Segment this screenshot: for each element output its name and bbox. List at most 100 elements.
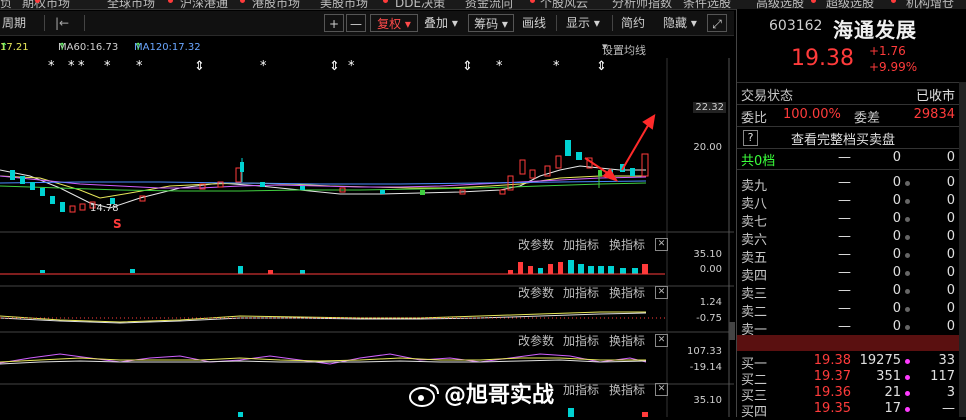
panel-axis-label: 35.10 [693, 249, 722, 260]
sell-level-row[interactable]: 卖三 — 0 0 [741, 283, 961, 302]
prev-page-button[interactable]: |← [51, 14, 73, 32]
period-button[interactable]: 周期 [0, 14, 30, 32]
nav-item[interactable]: 期权市场 [22, 0, 70, 9]
level-price: 19.37 [813, 369, 851, 384]
level-price: — [838, 283, 851, 298]
nav-item[interactable]: 负 [0, 0, 12, 9]
low-price-label: 14.78 [90, 203, 119, 214]
expand-icon[interactable]: ⤢ [707, 14, 727, 32]
chevron-down-icon: ▾ [451, 16, 458, 30]
display-dropdown[interactable]: 显示 ▾ [562, 14, 604, 32]
level-label: 卖六 [741, 233, 768, 248]
notify-dot [240, 0, 245, 3]
nav-item[interactable]: 港股市场 [252, 0, 300, 9]
divider [737, 82, 959, 83]
close-icon[interactable]: ✕ [655, 383, 668, 396]
chip-button[interactable]: 筹码 ▾ [468, 14, 514, 32]
divider [737, 104, 959, 105]
nav-item[interactable]: 机构增仓 [906, 0, 954, 9]
level-volume: 0 [892, 247, 901, 262]
simple-mode-button[interactable]: 简约 [617, 14, 649, 32]
switch-indicator-button[interactable]: 换指标 [609, 381, 645, 398]
close-icon[interactable]: ✕ [655, 238, 668, 251]
level-label: 买四 [741, 405, 768, 420]
notify-dot [383, 0, 388, 3]
nav-item[interactable]: 沪深港通 [180, 0, 228, 9]
level-volume: 351 [876, 369, 901, 384]
close-icon[interactable]: ✕ [655, 334, 668, 347]
divider [737, 126, 959, 127]
edit-params-button[interactable]: 改参数 [518, 284, 554, 301]
market-nav-bar: 负 期权市场 全球市场 沪深港通 港股市场 美股市场 DDE决策 资金流向 个股… [0, 0, 736, 10]
full-book-row[interactable]: ? 查看完整档买卖盘 [737, 129, 961, 148]
order-dot [905, 307, 910, 312]
fuquan-dropdown[interactable]: 复权 ▾ [370, 14, 418, 32]
notify-dot [891, 0, 896, 3]
svg-text:*: * [260, 59, 267, 74]
notify-dot [530, 0, 535, 3]
add-indicator-button[interactable]: 加指标 [563, 284, 599, 301]
level-label: 卖四 [741, 269, 768, 284]
close-icon[interactable]: ✕ [655, 286, 668, 299]
quote-scrollbar[interactable] [959, 82, 966, 417]
level-label: 卖二 [741, 305, 768, 320]
weibi-value: 100.00% [783, 107, 841, 122]
level-label: 卖八 [741, 197, 768, 212]
separator [556, 15, 557, 31]
volume-bars [0, 260, 665, 275]
ma-settings-button[interactable]: 设置均线 ▾ [602, 40, 646, 57]
level-count: 0 [946, 319, 955, 334]
panel-axis-label: -19.14 [689, 362, 722, 373]
kline-chart-area[interactable]: * * * * * ⇕ * ⇕ * ⇕ * * ⇕ 14.78 S 22.32 … [0, 58, 734, 417]
hide-dropdown[interactable]: 隐藏 ▾ [659, 14, 701, 32]
level-label: 卖五 [741, 251, 768, 266]
edit-params-button[interactable]: 改参数 [518, 332, 554, 349]
price-axis-label: 20.00 [693, 142, 722, 153]
buy-level-row[interactable]: 买四 19.35 17 — [741, 401, 961, 420]
level-volume: 0 [892, 175, 901, 190]
nav-item[interactable]: 高级选股 [756, 0, 804, 9]
weibi-label: 委比 [741, 111, 768, 126]
sell-level-row[interactable]: 卖八 — 0 0 [741, 193, 961, 212]
nav-item[interactable]: DDE决策 [395, 0, 445, 9]
nav-item[interactable]: 超级选股 [826, 0, 874, 9]
sell-level-row[interactable]: 卖九 — 0 0 [741, 175, 961, 194]
add-indicator-button[interactable]: 加指标 [563, 332, 599, 349]
switch-indicator-button[interactable]: 换指标 [609, 284, 645, 301]
zoom-in-button[interactable]: + [324, 14, 344, 32]
total-cnt: 0 [946, 150, 955, 165]
level-price: — [838, 193, 851, 208]
level-price: 19.35 [813, 401, 851, 416]
order-dot [905, 325, 910, 330]
order-dot [905, 375, 910, 380]
sell-level-row[interactable]: 卖五 — 0 0 [741, 247, 961, 266]
draw-line-button[interactable]: 画线 [518, 14, 550, 32]
collapse-handle[interactable] [729, 322, 735, 340]
nav-item[interactable]: 资金流向 [465, 0, 513, 9]
sell-level-row[interactable]: 卖二 — 0 0 [741, 301, 961, 320]
nav-item[interactable]: 条件选股 [683, 0, 731, 9]
switch-indicator-button[interactable]: 换指标 [609, 236, 645, 253]
help-icon[interactable]: ? [743, 130, 758, 146]
nav-item[interactable]: 美股市场 [320, 0, 368, 9]
sell-level-row[interactable]: 卖七 — 0 0 [741, 211, 961, 230]
level-volume: 0 [892, 229, 901, 244]
level-price: — [838, 247, 851, 262]
market-nav-bar-right: 高级选股 超级选股 机构增仓 [736, 0, 966, 9]
add-indicator-button[interactable]: 加指标 [563, 381, 599, 398]
add-indicator-button[interactable]: 加指标 [563, 236, 599, 253]
full-book-link[interactable]: 查看完整档买卖盘 [791, 129, 895, 148]
edit-params-button[interactable]: 改参数 [518, 236, 554, 253]
sell-level-row[interactable]: 卖四 — 0 0 [741, 265, 961, 284]
nav-item[interactable]: 个股风云 [540, 0, 588, 9]
nav-item[interactable]: 分析师指数 [612, 0, 672, 9]
macd-lines [0, 311, 665, 324]
zoom-out-button[interactable]: — [346, 14, 366, 32]
overlay-dropdown[interactable]: 叠加 ▾ [420, 14, 462, 32]
svg-text:*: * [68, 59, 75, 74]
level-count: 0 [946, 265, 955, 280]
switch-indicator-button[interactable]: 换指标 [609, 332, 645, 349]
nav-item[interactable]: 全球市场 [107, 0, 155, 9]
level-count: 0 [946, 247, 955, 262]
sell-level-row[interactable]: 卖六 — 0 0 [741, 229, 961, 248]
